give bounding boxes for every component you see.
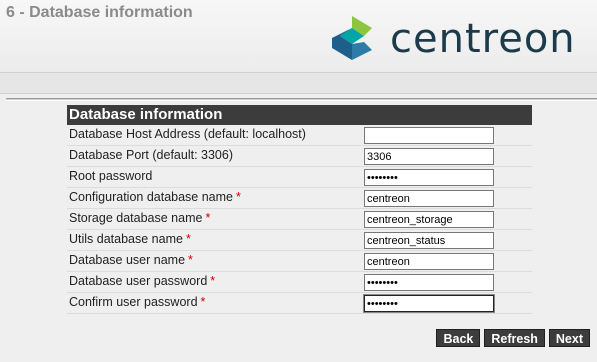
db-port-input[interactable] — [364, 148, 494, 165]
divider — [6, 98, 597, 101]
wizard-buttons: Back Refresh Next — [432, 329, 590, 347]
config-db-name-input[interactable] — [364, 190, 494, 207]
back-button[interactable]: Back — [436, 329, 481, 347]
header: 6 - Database information centreon — [0, 0, 597, 72]
field-row-config-db-name: Configuration database name * — [67, 188, 532, 209]
field-row-confirm-password: Confirm user password * — [67, 293, 532, 314]
required-marker: * — [210, 274, 216, 288]
header-band — [0, 72, 597, 94]
field-row-db-port: Database Port (default: 3306) — [67, 146, 532, 167]
root-password-input[interactable] — [364, 169, 494, 186]
storage-db-name-input[interactable] — [364, 211, 494, 228]
required-marker: * — [205, 211, 211, 225]
field-label: Confirm user password * — [69, 295, 206, 309]
centreon-logo-icon — [332, 16, 372, 60]
field-row-db-user-name: Database user name * — [67, 251, 532, 272]
required-marker: * — [200, 295, 206, 309]
field-row-db-user-password: Database user password * — [67, 272, 532, 293]
logo-text: centreon — [390, 16, 576, 62]
confirm-password-input[interactable] — [363, 294, 495, 313]
field-label: Database user password * — [69, 274, 216, 288]
utils-db-name-input[interactable] — [364, 232, 494, 249]
field-row-db-host: Database Host Address (default: localhos… — [67, 125, 532, 146]
field-row-storage-db-name: Storage database name * — [67, 209, 532, 230]
field-label: Configuration database name * — [69, 190, 241, 204]
required-marker: * — [188, 253, 193, 267]
field-label: Database Port (default: 3306) — [69, 148, 233, 162]
field-label: Storage database name * — [69, 211, 211, 225]
field-row-root-password: Root password — [67, 167, 532, 188]
database-form: Database information Database Host Addre… — [67, 105, 532, 314]
form-title: Database information — [67, 105, 532, 125]
required-marker: * — [185, 232, 191, 246]
field-label: Root password — [69, 169, 153, 183]
step-title: 6 - Database information — [6, 4, 193, 21]
centreon-logo: centreon — [328, 14, 588, 64]
refresh-button[interactable]: Refresh — [484, 329, 545, 347]
next-button[interactable]: Next — [548, 329, 590, 347]
field-row-utils-db-name: Utils database name * — [67, 230, 532, 251]
required-marker: * — [236, 190, 241, 204]
field-label: Utils database name * — [69, 232, 191, 246]
db-user-password-input[interactable] — [364, 274, 494, 291]
field-label: Database user name * — [69, 253, 193, 267]
field-label: Database Host Address (default: localhos… — [69, 127, 306, 141]
db-host-input[interactable] — [364, 127, 494, 144]
db-user-name-input[interactable] — [364, 253, 494, 270]
